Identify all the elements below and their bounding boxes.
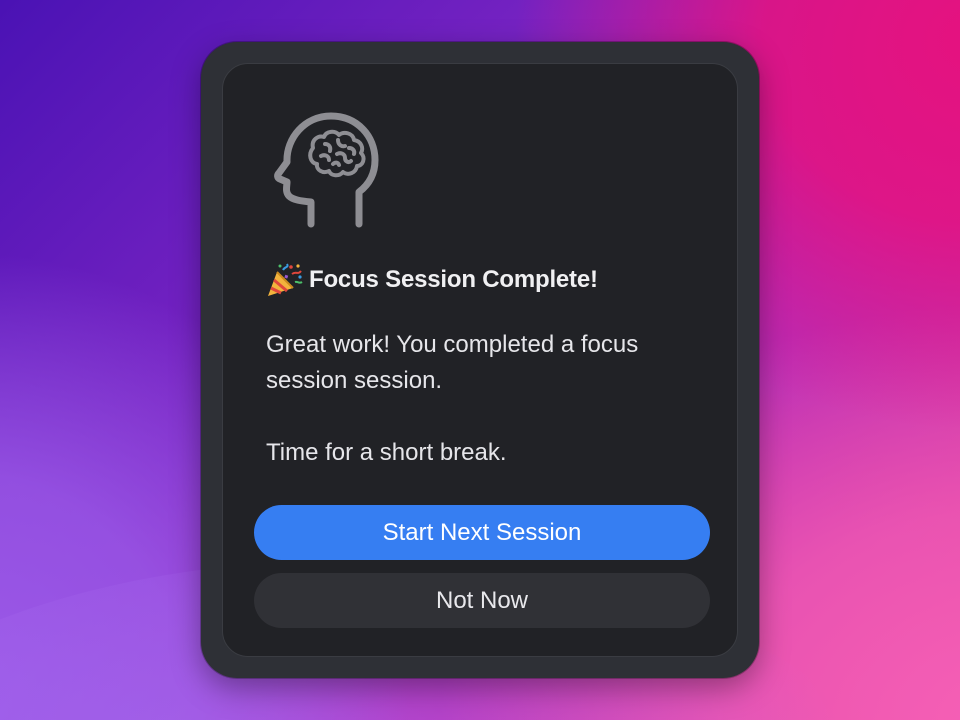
party-popper-icon [265,262,303,298]
start-next-session-button[interactable]: Start Next Session [254,505,710,560]
not-now-button[interactable]: Not Now [254,573,710,628]
notification-card: Focus Session Complete! Great work! You … [222,63,738,657]
notification-message: Great work! You completed a focus sessio… [266,327,706,471]
title-row: Focus Session Complete! [265,262,598,298]
message-line: Great work! You completed a focus sessio… [266,331,639,394]
notification-title: Focus Session Complete! [309,266,598,293]
notification-window: Focus Session Complete! Great work! You … [201,42,759,678]
message-line: Time for a short break. [266,439,507,466]
head-brain-icon [271,106,383,228]
